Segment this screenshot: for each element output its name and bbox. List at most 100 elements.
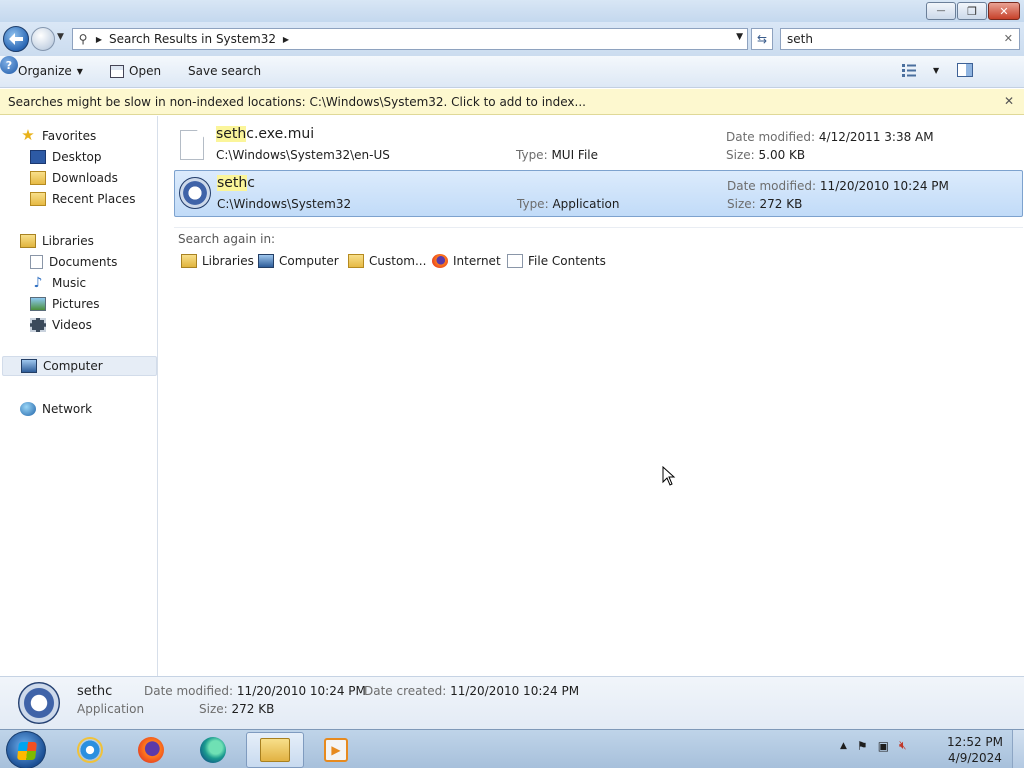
clock[interactable]: 12:52 PM 4/9/2024 (940, 734, 1010, 766)
option-label: Custom... (369, 254, 427, 268)
navigation-pane: ★ Favorites Desktop Downloads Recent Pla… (0, 116, 158, 676)
maximize-button[interactable]: ❐ (957, 2, 987, 20)
firefox-icon (138, 737, 164, 763)
search-again-libraries[interactable]: Libraries (181, 254, 254, 268)
pictures-icon (30, 297, 46, 311)
search-again-internet[interactable]: Internet (432, 254, 501, 268)
taskbar-windows-explorer[interactable] (246, 732, 304, 768)
help-button[interactable]: ? (0, 56, 18, 74)
breadcrumb-arrow-icon[interactable]: ▶ (93, 35, 105, 44)
result-path: C:\Windows\System32 (217, 197, 352, 211)
forward-button[interactable] (31, 27, 55, 51)
refresh-button[interactable]: ⇆ (751, 28, 773, 50)
open-label: Open (129, 64, 162, 78)
nav-documents[interactable]: Documents (30, 252, 117, 272)
back-button[interactable] (3, 26, 29, 52)
result-type: Type: Application (517, 197, 620, 211)
music-note-icon: ♪ (33, 275, 43, 291)
search-results-pane: sethc.exe.mui C:\Windows\System32\en-US … (159, 116, 1024, 676)
address-dropdown-icon[interactable]: ▼ (736, 32, 743, 42)
nav-libraries[interactable]: Libraries (20, 231, 94, 251)
nav-label: Favorites (42, 129, 97, 143)
search-again-file-contents[interactable]: File Contents (507, 254, 606, 268)
taskbar-internet-explorer[interactable] (61, 732, 119, 768)
taskbar-media-player[interactable]: ▶ (307, 732, 365, 768)
nav-pictures[interactable]: Pictures (30, 294, 100, 314)
nav-label: Pictures (52, 297, 100, 311)
search-folder-icon: ⚲ (78, 32, 88, 46)
volume-muted-icon[interactable]: 🔇︎ (899, 738, 907, 753)
command-bar: Organize ▼ Open Save search ▼ ? (0, 56, 1024, 88)
clear-search-icon[interactable]: ✕ (1004, 32, 1013, 45)
result-date-modified: Date modified: 4/12/2011 3:38 AM (726, 130, 934, 144)
start-button[interactable] (6, 731, 46, 768)
result-type: Type: MUI File (516, 148, 599, 162)
search-query[interactable]: seth (787, 32, 813, 46)
action-center-flag-icon[interactable]: ⚑ (857, 739, 868, 753)
result-row-sethc[interactable]: sethc C:\Windows\System32 Type: Applicat… (174, 170, 1023, 217)
nav-network[interactable]: Network (20, 399, 92, 419)
preview-pane-button[interactable] (957, 63, 973, 77)
option-label: Internet (453, 254, 501, 268)
internet-explorer-icon (77, 737, 103, 763)
close-info-bar-icon[interactable]: ✕ (1004, 94, 1014, 108)
back-arrow-icon (9, 33, 23, 45)
open-button[interactable]: Open (110, 64, 161, 78)
taskbar: ▶ ▲ ⚑ ▣ 🔇︎ 12:52 PM 4/9/2024 (0, 729, 1024, 768)
result-row-sethc-exe-mui[interactable]: sethc.exe.mui C:\Windows\System32\en-US … (174, 122, 1023, 169)
windows-logo-icon (17, 742, 37, 760)
organize-button[interactable]: Organize ▼ (18, 64, 83, 78)
nav-downloads[interactable]: Downloads (30, 168, 118, 188)
search-again-custom[interactable]: Custom... (348, 254, 426, 268)
computer-icon (258, 254, 274, 268)
custom-folder-icon (348, 254, 364, 268)
details-view-icon (902, 64, 916, 77)
documents-icon (30, 255, 43, 269)
edge-icon (200, 737, 226, 763)
result-date-modified: Date modified: 11/20/2010 10:24 PM (727, 179, 949, 193)
show-desktop-button[interactable] (1012, 730, 1024, 768)
application-icon (18, 682, 60, 724)
minimize-button[interactable]: — (926, 2, 956, 20)
organize-label: Organize (18, 64, 72, 78)
change-view-button[interactable]: ▼ (902, 63, 939, 77)
desktop-icon (30, 150, 46, 164)
nav-label: Downloads (52, 171, 118, 185)
breadcrumb-search-results[interactable]: Search Results in System32 (105, 32, 280, 46)
address-bar[interactable]: ⚲ ▶ Search Results in System32 ▶ ▼ (72, 28, 748, 50)
close-button[interactable]: ✕ (988, 2, 1020, 20)
index-info-bar[interactable]: Searches might be slow in non-indexed lo… (0, 89, 1024, 115)
nav-label: Recent Places (52, 192, 136, 206)
details-name: sethc (77, 684, 113, 699)
show-hidden-icons-icon[interactable]: ▲ (840, 741, 847, 751)
star-icon: ★ (21, 126, 35, 144)
nav-label: Libraries (42, 234, 94, 248)
option-label: File Contents (528, 254, 606, 268)
recent-places-icon (30, 192, 46, 206)
nav-computer[interactable]: Computer (2, 356, 157, 376)
info-bar-message[interactable]: Searches might be slow in non-indexed lo… (8, 95, 586, 109)
details-date-created: Date created: 11/20/2010 10:24 PM (364, 684, 580, 698)
network-status-icon[interactable]: ▣ (878, 739, 889, 753)
search-again-computer[interactable]: Computer (258, 254, 339, 268)
nav-music[interactable]: ♪ Music (30, 273, 87, 293)
option-label: Libraries (202, 254, 254, 268)
nav-desktop[interactable]: Desktop (30, 147, 102, 167)
nav-favorites[interactable]: ★ Favorites (20, 126, 96, 146)
save-search-button[interactable]: Save search (188, 64, 261, 78)
windows-explorer-icon (260, 738, 290, 762)
taskbar-firefox[interactable] (122, 732, 180, 768)
nav-label: Videos (52, 318, 92, 332)
chevron-down-icon[interactable]: ▼ (933, 66, 939, 75)
taskbar-edge[interactable] (184, 732, 242, 768)
breadcrumb-arrow-icon[interactable]: ▶ (280, 35, 292, 44)
document-icon (180, 130, 206, 162)
clock-date: 4/9/2024 (948, 751, 1002, 765)
details-kind: Application (77, 702, 145, 716)
help-icon: ? (5, 58, 13, 72)
nav-videos[interactable]: Videos (30, 315, 92, 335)
nav-recent-places[interactable]: Recent Places (30, 189, 135, 209)
search-input[interactable]: seth ✕ (780, 28, 1020, 50)
history-dropdown-icon[interactable]: ▼ (57, 32, 69, 46)
application-icon (179, 177, 211, 209)
